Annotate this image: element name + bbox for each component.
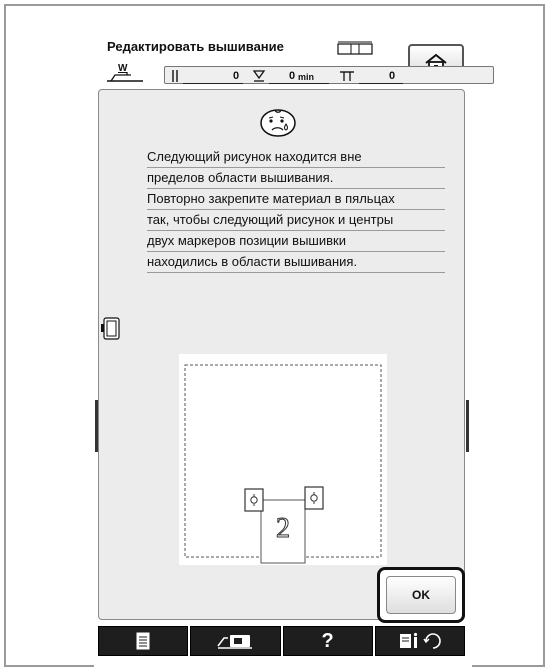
ok-button-highlight: OK (377, 567, 465, 623)
message-line: находились в области вышивания. (147, 252, 445, 273)
time-value: 0 (289, 70, 296, 82)
message-line: двух маркеров позиции вышивки (147, 231, 445, 252)
thread-label: W (118, 63, 128, 74)
sad-face-icon (260, 109, 296, 137)
position-marker-left (244, 488, 264, 512)
color-count-underline (359, 83, 403, 84)
stitch-count: 0 (233, 70, 240, 82)
document-button[interactable] (98, 626, 189, 656)
time-underline (269, 83, 329, 84)
message-line: пределов области вышивания. (147, 168, 445, 189)
camera-icon (217, 635, 253, 649)
stitch-counter-icon (172, 70, 178, 82)
embroidery-frame-icon (101, 317, 120, 340)
status-bar: W 0 0 min 0 (101, 61, 494, 87)
side-tab-right (466, 400, 469, 452)
status-strip (164, 66, 494, 84)
bottom-toolbar: ? (98, 626, 465, 656)
document-icon (136, 632, 150, 650)
warning-dialog: Следующий рисунок находится вне пределов… (98, 89, 465, 620)
settings-refresh-icon (399, 632, 441, 649)
settings-refresh-button[interactable] (374, 626, 465, 656)
message-line: Следующий рисунок находится вне (147, 147, 445, 168)
next-pattern-number: 2 (276, 513, 290, 544)
position-marker-right (304, 486, 324, 510)
time-unit: min (298, 72, 315, 82)
help-button[interactable]: ? (282, 626, 373, 656)
message-line: Повторно закрепите материал в пяльцах (147, 189, 445, 210)
time-icon (252, 70, 266, 82)
embroidery-preview: 2 (179, 354, 387, 565)
ok-button[interactable]: OK (386, 576, 456, 614)
page-title: Редактировать вышивание (107, 39, 284, 54)
color-count-icon (340, 71, 354, 81)
help-label: ? (321, 629, 334, 652)
frame-indicator-icon (337, 41, 373, 55)
camera-button[interactable] (190, 626, 281, 656)
stitch-count-underline (183, 83, 243, 84)
message-line: так, чтобы следующий рисунок и центры (147, 210, 445, 231)
color-count: 0 (389, 70, 396, 82)
